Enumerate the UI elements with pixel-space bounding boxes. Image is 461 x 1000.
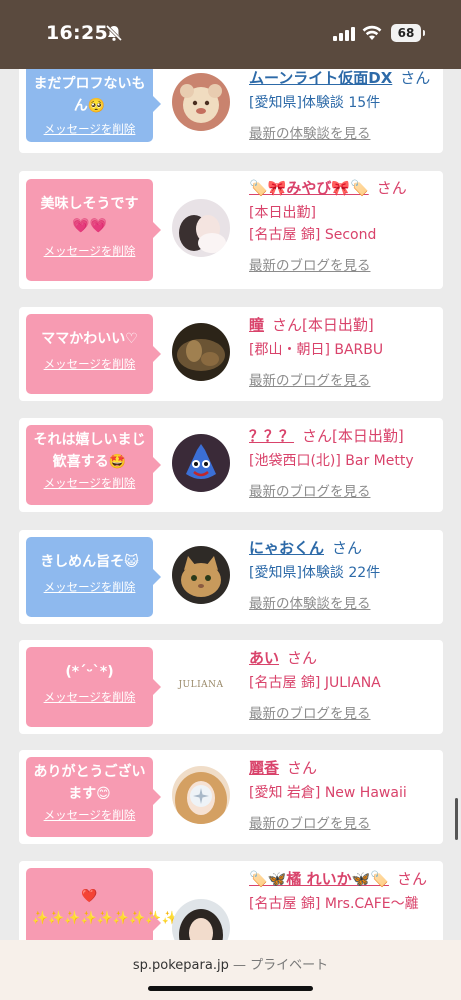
message-text: ありがとうございます😊	[33, 764, 146, 802]
status-bar: 16:25 68	[0, 0, 461, 69]
url-separator: —	[232, 958, 246, 973]
user-info: ？？？ さん[本日出勤] [池袋西口(北)] Bar Metty 最新のブログを見…	[249, 425, 439, 500]
message-card: 美味しそうです💗💗 メッセージを削除 🏷️🎀みやび🎀🏷️ さん [本日出勤] [名…	[19, 171, 443, 289]
user-detail: [池袋西口(北)] Bar Metty	[249, 453, 414, 469]
user-info: 🏷️🎀みやび🎀🏷️ さん [本日出勤] [名古屋 錦] Second 最新のブログ…	[249, 177, 439, 274]
user-status: [本日出勤]	[249, 205, 316, 221]
latest-blog-link[interactable]: 最新のブログを見る	[249, 480, 439, 500]
user-info: 麗香 さん [愛知 岩倉] New Hawaii 最新のブログを見る	[249, 757, 439, 832]
honorific: さん	[396, 870, 427, 888]
honorific: さん[本日出勤]	[272, 316, 374, 334]
user-detail: [愛知県]体験談 15件	[249, 95, 381, 111]
avatar[interactable]	[172, 323, 230, 381]
honorific: さん[本日出勤]	[302, 427, 404, 445]
user-name-link[interactable]: ムーンライト仮面DX	[249, 69, 392, 87]
latest-review-link[interactable]: 最新の体験談を見る	[249, 592, 439, 612]
user-name-link[interactable]: ？？？	[249, 427, 294, 445]
message-card: それは嬉しいまじ歓喜する🤩 メッセージを削除 ？？？ さん[本日出勤] [池袋西口…	[19, 418, 443, 512]
avatar[interactable]	[172, 546, 230, 604]
message-text: (*´ᵕ`*)	[65, 664, 114, 680]
message-card: ❤️✨✨✨✨✨✨✨✨✨✨ 🏷️🦋橘 れいか🦋🏷️ さん [名古屋 錦] Mrs.C…	[19, 861, 443, 940]
user-info: ムーンライト仮面DX さん [愛知県]体験談 15件 最新の体験談を見る	[249, 69, 439, 142]
message-card: きしめん旨そ😺 メッセージを削除 にゃおくん さん [愛知県]体験談 22件 最新…	[19, 530, 443, 624]
avatar[interactable]	[172, 434, 230, 492]
latest-blog-link[interactable]: 最新のブログを見る	[249, 702, 439, 722]
message-text: まだプロフないもん🥺	[33, 76, 146, 114]
message-card: ありがとうございます😊 メッセージを削除 麗香 さん [愛知 岩倉] New Ha…	[19, 750, 443, 844]
juliana-logo: JULIANA	[178, 680, 224, 690]
user-info: にゃおくん さん [愛知県]体験談 22件 最新の体験談を見る	[249, 537, 439, 612]
user-detail: [郡山・朝日] BARBU	[249, 342, 384, 358]
bell-muted-icon	[105, 24, 123, 42]
cell-signal-icon	[333, 27, 355, 41]
user-name-link[interactable]: 麗香	[249, 759, 279, 777]
message-text: 美味しそうです💗💗	[40, 196, 139, 234]
user-detail: [愛知県]体験談 22件	[249, 565, 381, 581]
honorific: さん	[332, 539, 363, 557]
message-bubble: ❤️✨✨✨✨✨✨✨✨✨✨	[26, 868, 194, 940]
delete-message-link[interactable]: メッセージを削除	[26, 243, 153, 259]
message-card: まだプロフないもん🥺 メッセージを削除 ムーンライト仮面DX さん [愛知県]体験…	[19, 69, 443, 153]
scrollbar-thumb[interactable]	[455, 798, 458, 840]
battery-indicator: 68	[391, 24, 425, 42]
message-text: きしめん旨そ😺	[40, 554, 139, 570]
delete-message-link[interactable]: メッセージを削除	[26, 356, 153, 372]
user-info: あい さん [名古屋 錦] JULIANA 最新のブログを見る	[249, 647, 439, 722]
avatar[interactable]: JULIANA	[172, 656, 230, 714]
user-name-link[interactable]: にゃおくん	[249, 539, 324, 557]
message-bubble: まだプロフないもん🥺 メッセージを削除	[26, 69, 161, 142]
message-text: それは嬉しいまじ歓喜する🤩	[33, 432, 146, 470]
avatar[interactable]	[172, 899, 230, 940]
delete-message-link[interactable]: メッセージを削除	[26, 121, 153, 137]
latest-review-link[interactable]: 最新の体験談を見る	[249, 122, 439, 142]
user-name-link[interactable]: 瞳	[249, 316, 264, 334]
home-indicator[interactable]	[148, 986, 313, 991]
message-bubble: (*´ᵕ`*) メッセージを削除	[26, 647, 161, 727]
honorific: さん	[287, 759, 318, 777]
honorific: さん	[287, 649, 318, 667]
private-mode-label: プライベート	[250, 958, 329, 973]
message-feed[interactable]: まだプロフないもん🥺 メッセージを削除 ムーンライト仮面DX さん [愛知県]体験…	[0, 69, 461, 940]
message-bubble: ありがとうございます😊 メッセージを削除	[26, 757, 161, 837]
browser-bottom-bar: sp.pokepara.jp — プライベート	[0, 940, 461, 1000]
user-info: 瞳さん[本日出勤] [郡山・朝日] BARBU 最新のブログを見る	[249, 314, 439, 389]
message-text: ❤️✨✨✨✨✨✨✨✨✨✨	[32, 889, 194, 926]
delete-message-link[interactable]: メッセージを削除	[26, 579, 153, 595]
user-detail: [愛知 岩倉] New Hawaii	[249, 785, 407, 801]
user-name-link[interactable]: 🏷️🎀みやび🎀🏷️	[249, 179, 369, 197]
url-text: sp.pokepara.jp	[132, 958, 229, 973]
user-name-link[interactable]: あい	[249, 649, 279, 667]
honorific: さん	[376, 179, 407, 197]
user-detail: [名古屋 錦] Second	[249, 227, 377, 243]
url-bar[interactable]: sp.pokepara.jp — プライベート	[0, 954, 461, 973]
user-detail: [名古屋 錦] Mrs.CAFE〜離	[249, 896, 419, 912]
user-detail: [名古屋 錦] JULIANA	[249, 675, 381, 691]
latest-blog-link[interactable]: 最新のブログを見る	[249, 812, 439, 832]
user-info: 🏷️🦋橘 れいか🦋🏷️ さん [名古屋 錦] Mrs.CAFE〜離	[249, 868, 439, 915]
avatar[interactable]	[172, 199, 230, 257]
message-bubble: きしめん旨そ😺 メッセージを削除	[26, 537, 161, 617]
latest-blog-link[interactable]: 最新のブログを見る	[249, 369, 439, 389]
message-card: ママかわいい♡ メッセージを削除 瞳さん[本日出勤] [郡山・朝日] BARBU…	[19, 307, 443, 401]
message-bubble: それは嬉しいまじ歓喜する🤩 メッセージを削除	[26, 425, 161, 505]
message-bubble: ママかわいい♡ メッセージを削除	[26, 314, 161, 394]
message-card: (*´ᵕ`*) メッセージを削除 JULIANA あい さん [名古屋 錦] JU…	[19, 640, 443, 734]
avatar[interactable]	[172, 73, 230, 131]
avatar[interactable]	[172, 766, 230, 824]
delete-message-link[interactable]: メッセージを削除	[26, 689, 153, 705]
message-bubble: 美味しそうです💗💗 メッセージを削除	[26, 179, 161, 281]
delete-message-link[interactable]: メッセージを削除	[26, 475, 153, 491]
latest-blog-link[interactable]: 最新のブログを見る	[249, 254, 439, 274]
message-text: ママかわいい♡	[41, 331, 138, 347]
wifi-icon	[362, 25, 382, 40]
honorific: さん	[400, 69, 431, 87]
status-time: 16:25	[46, 22, 108, 44]
user-name-link[interactable]: 🏷️🦋橘 れいか🦋🏷️	[249, 870, 389, 888]
delete-message-link[interactable]: メッセージを削除	[26, 807, 153, 823]
